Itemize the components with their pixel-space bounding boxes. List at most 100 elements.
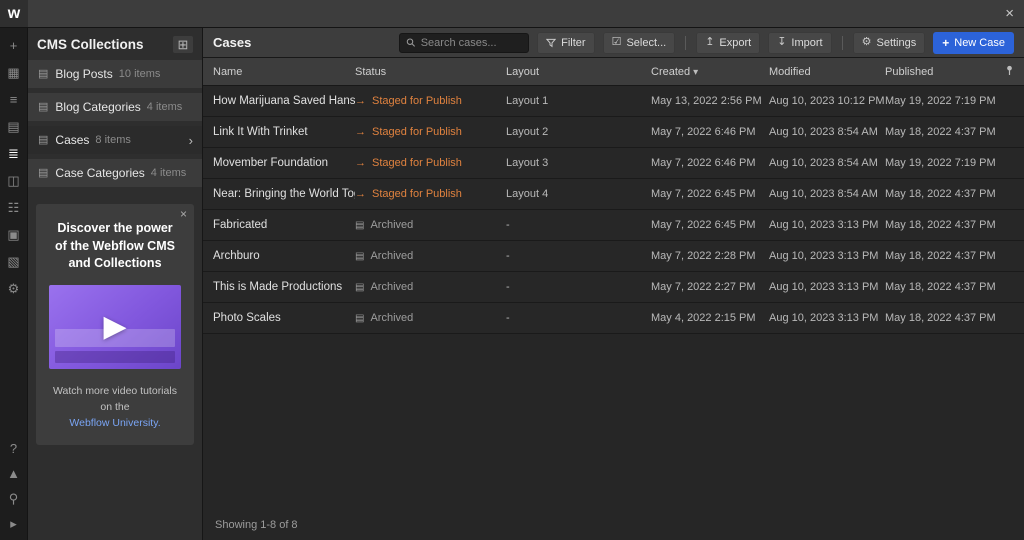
- cell-layout: Layout 2: [506, 126, 549, 138]
- manage-collections-icon[interactable]: ⊞: [173, 35, 193, 53]
- page-title: Cases: [213, 35, 252, 50]
- collection-label: Cases: [55, 133, 90, 147]
- apps-icon[interactable]: ◫: [6, 173, 22, 189]
- cell-layout: Layout 4: [506, 188, 549, 200]
- cell-layout: -: [506, 219, 510, 231]
- column-header-layout[interactable]: Layout: [506, 66, 651, 78]
- filter-button[interactable]: Filter: [537, 31, 595, 54]
- settings-button[interactable]: ⚙ Settings: [852, 31, 926, 54]
- help-icon[interactable]: ?: [6, 441, 22, 457]
- table-row[interactable]: Link It With Trinket → Staged for Publish L…: [203, 117, 1024, 148]
- collection-icon: ▤: [38, 133, 49, 146]
- promo-card: × Discover the power of the Webflow CMS …: [36, 204, 194, 446]
- cell-created: May 7, 2022 6:46 PM: [651, 126, 756, 138]
- canvas-icon[interactable]: ▲: [6, 466, 22, 482]
- select-button[interactable]: ☑ Select...: [602, 31, 676, 54]
- cell-created: May 13, 2022 2:56 PM: [651, 95, 762, 107]
- import-icon: ↧: [777, 36, 787, 48]
- import-button[interactable]: ↧ Import: [768, 31, 832, 54]
- pin-icon[interactable]: [998, 65, 1014, 79]
- sidebar-item-blog-categories[interactable]: ▤ Blog Categories 4 items: [28, 93, 202, 121]
- cell-modified: Aug 10, 2023 3:13 PM: [769, 219, 879, 231]
- elements-icon[interactable]: ▦: [6, 65, 22, 81]
- column-header-status[interactable]: Status: [355, 66, 506, 78]
- cell-status: ▤ Archived: [355, 312, 414, 324]
- pages-icon[interactable]: ▤: [6, 119, 22, 135]
- staged-arrow-icon: →: [355, 95, 366, 107]
- settings-icon[interactable]: ⚙: [6, 281, 22, 297]
- collection-label: Case Categories: [55, 166, 145, 180]
- table-row[interactable]: Photo Scales ▤ Archived - May 4, 2022 2:15 P…: [203, 303, 1024, 334]
- column-header-created[interactable]: Created ▾: [651, 66, 769, 78]
- cell-status: → Staged for Publish: [355, 95, 462, 107]
- column-header-name[interactable]: Name: [213, 66, 355, 78]
- cell-modified: Aug 10, 2023 3:13 PM: [769, 250, 879, 262]
- select-button-label: Select...: [626, 36, 667, 49]
- table-row[interactable]: This is Made Productions ▤ Archived - May 7,…: [203, 272, 1024, 303]
- collection-count: 4 items: [146, 101, 183, 113]
- promo-caption: Watch more video tutorials on the Webflo…: [46, 383, 184, 432]
- video-tutorials-icon[interactable]: ▸: [6, 516, 22, 532]
- cms-icon[interactable]: ≣: [6, 146, 22, 162]
- cell-name: Fabricated: [213, 219, 268, 231]
- search-icon[interactable]: ⚲: [6, 491, 22, 507]
- cases-toolbar: Cases Filter ☑ Select... ↥: [203, 28, 1024, 58]
- close-icon[interactable]: ×: [1005, 6, 1014, 21]
- cell-layout: -: [506, 312, 510, 324]
- collection-icon: ▤: [38, 166, 49, 179]
- table-row[interactable]: Movember Foundation → Staged for Publish La…: [203, 148, 1024, 179]
- cell-published: May 18, 2022 4:37 PM: [885, 188, 996, 200]
- promo-close-icon[interactable]: ×: [180, 208, 187, 220]
- cell-layout: -: [506, 250, 510, 262]
- cell-name: Near: Bringing the World Toget...: [213, 188, 355, 200]
- panel-title: CMS Collections: [37, 36, 144, 52]
- table-row[interactable]: Near: Bringing the World Toget...→Staged…: [203, 179, 1024, 210]
- promo-title: Discover the power of the Webflow CMS an…: [55, 221, 175, 270]
- new-case-button[interactable]: + New Case: [933, 31, 1014, 54]
- sidebar-item-cases[interactable]: ▤ Cases 8 items ›: [28, 126, 202, 154]
- export-button[interactable]: ↥ Export: [696, 31, 761, 54]
- cell-status: ▤ Archived: [355, 281, 414, 293]
- table-row[interactable]: How Marijuana Saved Hansel a...→Staged f…: [203, 86, 1024, 117]
- sidebar-item-case-categories[interactable]: ▤ Case Categories 4 items: [28, 159, 202, 187]
- cell-status: → Staged for Publish: [355, 157, 462, 169]
- users-icon[interactable]: ☷: [6, 200, 22, 216]
- ecommerce-icon[interactable]: ▣: [6, 227, 22, 243]
- navigator-icon[interactable]: ≡: [6, 92, 22, 108]
- table-body: How Marijuana Saved Hansel a...→Staged f…: [203, 86, 1024, 334]
- cell-status: ▤ Archived: [355, 219, 414, 231]
- add-icon[interactable]: +: [6, 38, 22, 54]
- webflow-logo[interactable]: w: [0, 0, 28, 27]
- column-header-published[interactable]: Published: [885, 66, 998, 78]
- cell-published: May 18, 2022 4:37 PM: [885, 219, 996, 231]
- table-row[interactable]: Fabricated ▤ Archived - May 7, 2022 6:45 PM A…: [203, 210, 1024, 241]
- search-box: [399, 32, 530, 53]
- collection-list: ▤ Blog Posts 10 items ▤ Blog Categories 4 ite…: [28, 60, 202, 187]
- new-case-button-label: New Case: [954, 36, 1005, 49]
- promo-caption-text: Watch more video tutorials on the: [53, 384, 177, 413]
- cell-modified: Aug 10, 2023 3:13 PM: [769, 281, 879, 293]
- promo-video-thumbnail[interactable]: ▶: [49, 284, 181, 369]
- cell-created: May 7, 2022 6:46 PM: [651, 157, 756, 169]
- archive-icon: ▤: [355, 313, 365, 324]
- webflow-university-link[interactable]: Webflow University.: [69, 417, 160, 429]
- column-header-modified[interactable]: Modified: [769, 66, 885, 78]
- cell-modified: Aug 10, 2023 8:54 AM: [769, 188, 878, 200]
- search-input[interactable]: [420, 36, 523, 49]
- play-icon[interactable]: ▶: [49, 285, 181, 369]
- cell-modified: Aug 10, 2023 8:54 AM: [769, 157, 878, 169]
- cms-collections-panel: CMS Collections ⊞ ▤ Blog Posts 10 items ▤ Bl…: [28, 28, 203, 540]
- staged-arrow-icon: →: [355, 188, 366, 200]
- left-toolbar: + ▦ ≡ ▤ ≣ ◫ ☷ ▣ ▧ ⚙ ? ▲ ⚲ ▸: [0, 28, 28, 540]
- table-row[interactable]: Archburo ▤ Archived - May 7, 2022 2:28 PM Aug…: [203, 241, 1024, 272]
- chevron-right-icon: ›: [188, 132, 193, 148]
- filter-icon: [546, 38, 557, 48]
- webflow-cms-window: w × + ▦ ≡ ▤ ≣ ◫ ☷ ▣ ▧ ⚙ ? ▲ ⚲ ▸ CMS Collections ⊞ ▤ B…: [0, 0, 1024, 540]
- assets-icon[interactable]: ▧: [6, 254, 22, 270]
- cell-published: May 19, 2022 7:19 PM: [885, 95, 996, 107]
- cell-created: May 7, 2022 2:27 PM: [651, 281, 756, 293]
- search-icon: [406, 38, 416, 47]
- staged-arrow-icon: →: [355, 126, 366, 138]
- sidebar-item-blog-posts[interactable]: ▤ Blog Posts 10 items: [28, 60, 202, 88]
- results-count: Showing 1-8 of 8: [215, 519, 298, 531]
